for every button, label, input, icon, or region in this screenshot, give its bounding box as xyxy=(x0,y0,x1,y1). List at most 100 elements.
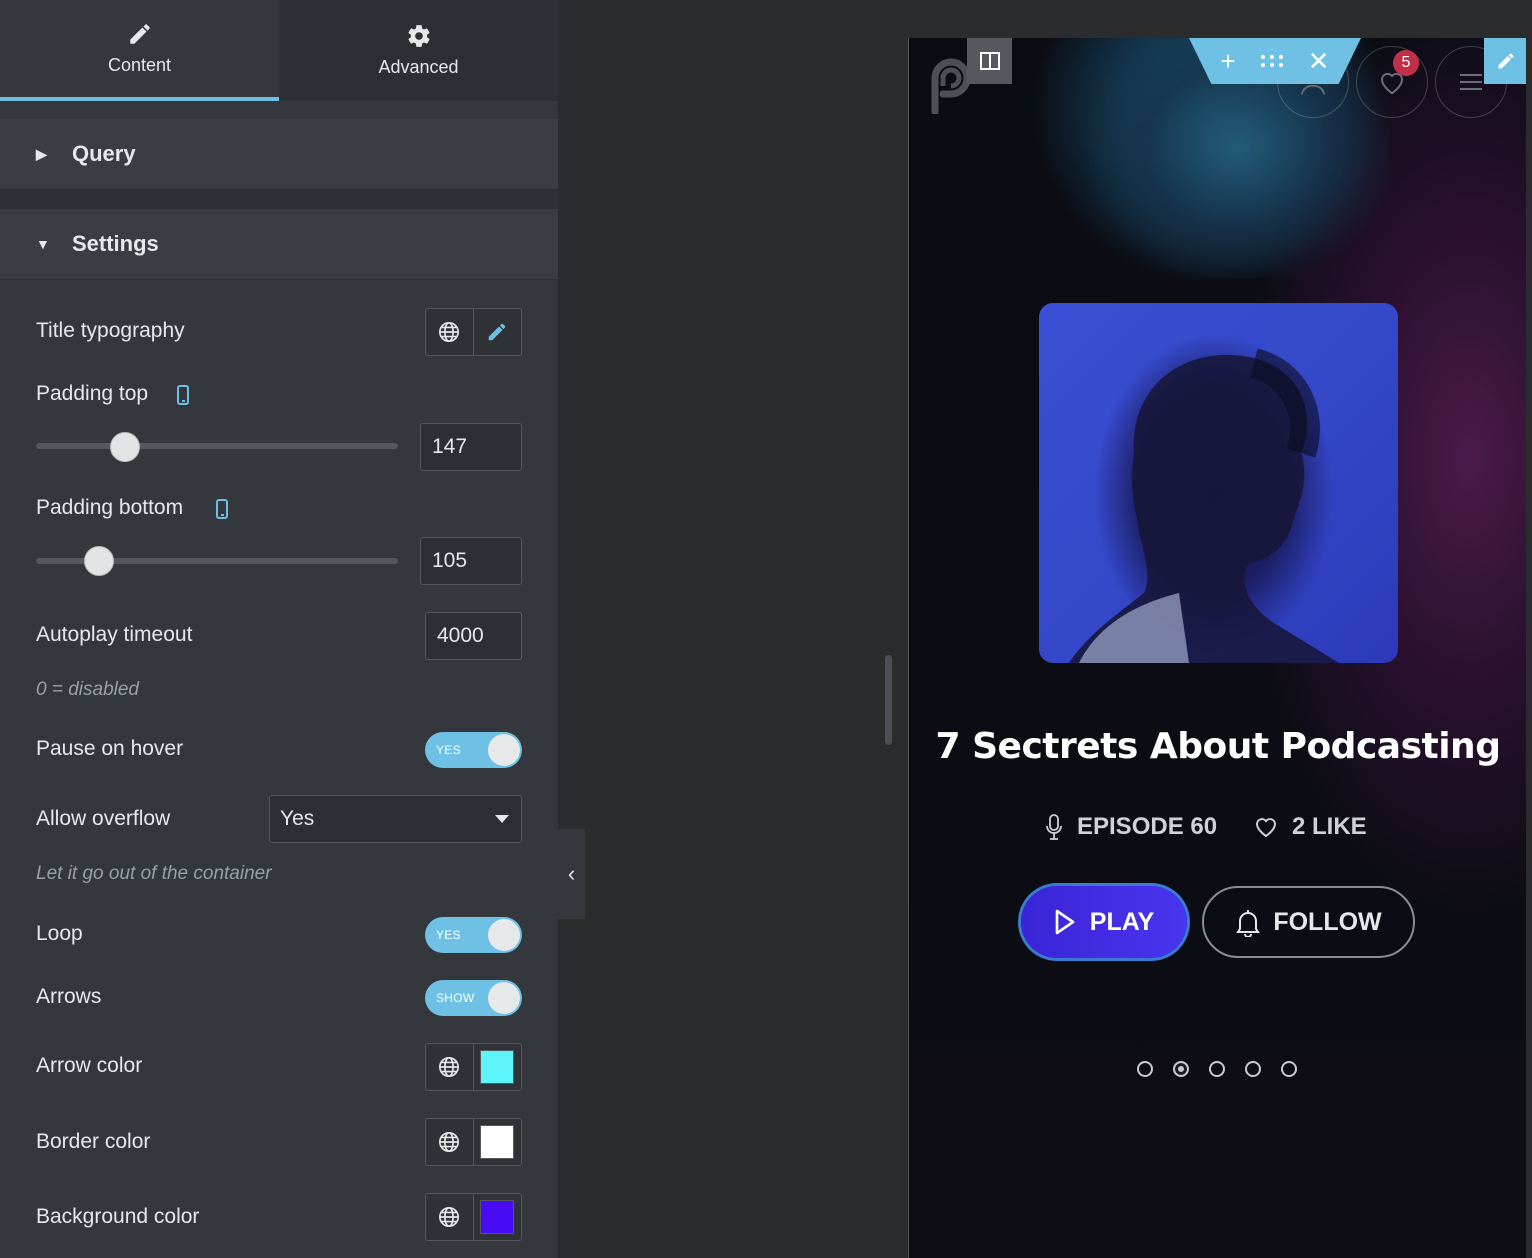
likes-meta[interactable]: 2 LIKE xyxy=(1254,813,1367,841)
caret-down-icon: ▼ xyxy=(36,236,50,252)
preview-canvas: 5 + ✕ 7 Sectrets About Podcasting EPISOD… xyxy=(908,38,1526,1258)
favorites-count-badge: 5 xyxy=(1393,50,1419,76)
play-button-label: PLAY xyxy=(1089,907,1155,936)
toggle-state-label: YES xyxy=(436,743,461,757)
autoplay-timeout-hint: 0 = disabled xyxy=(36,679,139,700)
section-query-title: Query xyxy=(72,141,136,166)
background-color-swatch xyxy=(480,1200,515,1234)
pencil-icon xyxy=(1498,53,1513,69)
pagination-dot[interactable] xyxy=(1245,1061,1261,1077)
episode-number-meta: EPISODE 60 xyxy=(1045,813,1217,841)
bell-icon xyxy=(1236,910,1261,937)
allow-overflow-hint: Let it go out of the container xyxy=(36,863,272,884)
drag-handle-icon[interactable] xyxy=(1260,54,1284,68)
slider-pagination xyxy=(1137,1061,1297,1077)
pagination-dot[interactable] xyxy=(1281,1061,1297,1077)
panel-tabs: Content Advanced xyxy=(0,0,558,101)
episode-number-text: EPISODE 60 xyxy=(1077,813,1218,840)
background-color-label: Background color xyxy=(36,1205,200,1228)
globe-icon xyxy=(439,1132,460,1152)
toggle-knob xyxy=(488,734,520,766)
toggle-knob xyxy=(488,919,520,951)
follow-button-label: FOLLOW xyxy=(1273,907,1382,936)
gear-icon xyxy=(407,25,430,47)
close-icon[interactable]: ✕ xyxy=(1308,46,1330,77)
tab-content[interactable]: Content xyxy=(0,0,279,101)
section-divider xyxy=(0,190,558,209)
border-color-picker[interactable] xyxy=(474,1119,522,1165)
loop-label: Loop xyxy=(36,922,83,945)
tab-content-label: Content xyxy=(107,55,172,75)
pagination-dot[interactable] xyxy=(1137,1061,1153,1077)
allow-overflow-select[interactable]: Yes xyxy=(269,795,522,843)
pause-on-hover-label: Pause on hover xyxy=(36,737,184,760)
global-typography-button[interactable] xyxy=(426,309,474,355)
loop-toggle[interactable]: YES xyxy=(425,917,522,953)
padding-bottom-slider-thumb[interactable] xyxy=(84,546,114,576)
section-toolbar: + ✕ xyxy=(1189,38,1361,84)
globe-icon xyxy=(439,1207,460,1227)
canvas-resize-handle[interactable] xyxy=(885,655,892,745)
pause-on-hover-toggle[interactable]: YES xyxy=(425,732,522,768)
mobile-device-icon[interactable] xyxy=(177,385,189,405)
microphone-icon xyxy=(1046,814,1062,840)
follow-button[interactable]: FOLLOW xyxy=(1202,886,1415,958)
global-color-button[interactable] xyxy=(426,1119,474,1165)
caret-right-icon: ▶ xyxy=(36,145,47,162)
mobile-device-icon[interactable] xyxy=(216,499,228,519)
toggle-state-label: YES xyxy=(436,928,461,942)
pagination-dot[interactable] xyxy=(1209,1061,1225,1077)
padding-bottom-label: Padding bottom xyxy=(36,496,184,519)
allow-overflow-label: Allow overflow xyxy=(36,807,171,830)
section-settings-header[interactable]: ▼ Settings xyxy=(0,209,558,280)
edit-widget-button[interactable] xyxy=(1484,38,1526,84)
section-settings-title: Settings xyxy=(72,231,159,256)
padding-top-label: Padding top xyxy=(36,382,149,405)
arrow-color-picker[interactable] xyxy=(474,1044,522,1090)
background-color-controls xyxy=(425,1193,522,1241)
chevron-left-icon: ‹ xyxy=(567,861,576,886)
pencil-icon xyxy=(129,24,150,44)
toggle-knob xyxy=(488,982,520,1014)
section-query-header[interactable]: ▶ Query xyxy=(0,119,558,190)
padding-top-slider-track[interactable] xyxy=(36,443,398,449)
hamburger-menu-icon xyxy=(1460,74,1482,90)
edit-typography-button[interactable] xyxy=(474,309,522,355)
autoplay-timeout-input[interactable]: 4000 xyxy=(425,612,522,660)
border-color-label: Border color xyxy=(36,1130,151,1153)
title-typography-label: Title typography xyxy=(36,319,185,342)
arrow-color-label: Arrow color xyxy=(36,1054,143,1077)
title-typography-controls xyxy=(425,308,522,356)
autoplay-timeout-label: Autoplay timeout xyxy=(36,623,193,646)
columns-icon xyxy=(979,52,1000,70)
arrows-label: Arrows xyxy=(36,985,102,1008)
tab-advanced[interactable]: Advanced xyxy=(279,0,558,101)
play-button[interactable]: PLAY xyxy=(1021,886,1187,958)
episode-title: 7 Sectrets About Podcasting xyxy=(935,726,1501,767)
likes-count-text: 2 LIKE xyxy=(1292,813,1367,840)
add-section-icon[interactable]: + xyxy=(1221,46,1236,77)
border-color-controls xyxy=(425,1118,522,1166)
heart-icon xyxy=(1255,818,1277,838)
border-color-swatch xyxy=(480,1125,515,1159)
editor-panel: Content Advanced ▶ Query ▼ Settings Titl… xyxy=(0,0,558,1258)
collapse-panel-button[interactable]: ‹ xyxy=(558,829,585,919)
arrows-toggle[interactable]: SHOW xyxy=(425,980,522,1016)
tab-advanced-label: Advanced xyxy=(378,57,459,77)
padding-top-input[interactable]: 147 xyxy=(420,423,522,471)
portrait-silhouette xyxy=(1069,348,1339,663)
global-color-button[interactable] xyxy=(426,1194,474,1240)
arrow-color-controls xyxy=(425,1043,522,1091)
padding-bottom-input[interactable]: 105 xyxy=(420,537,522,585)
allow-overflow-value: Yes xyxy=(280,807,315,830)
globe-icon xyxy=(439,1057,460,1077)
arrow-color-swatch xyxy=(480,1050,515,1084)
episode-cover-image xyxy=(1039,303,1398,663)
toggle-state-label: SHOW xyxy=(436,991,475,1005)
global-color-button[interactable] xyxy=(426,1044,474,1090)
padding-top-slider-thumb[interactable] xyxy=(110,432,140,462)
column-handle-button[interactable] xyxy=(967,38,1012,84)
dropdown-arrow-icon xyxy=(495,815,509,823)
pagination-dot-active[interactable] xyxy=(1173,1061,1189,1077)
background-color-picker[interactable] xyxy=(474,1194,522,1240)
